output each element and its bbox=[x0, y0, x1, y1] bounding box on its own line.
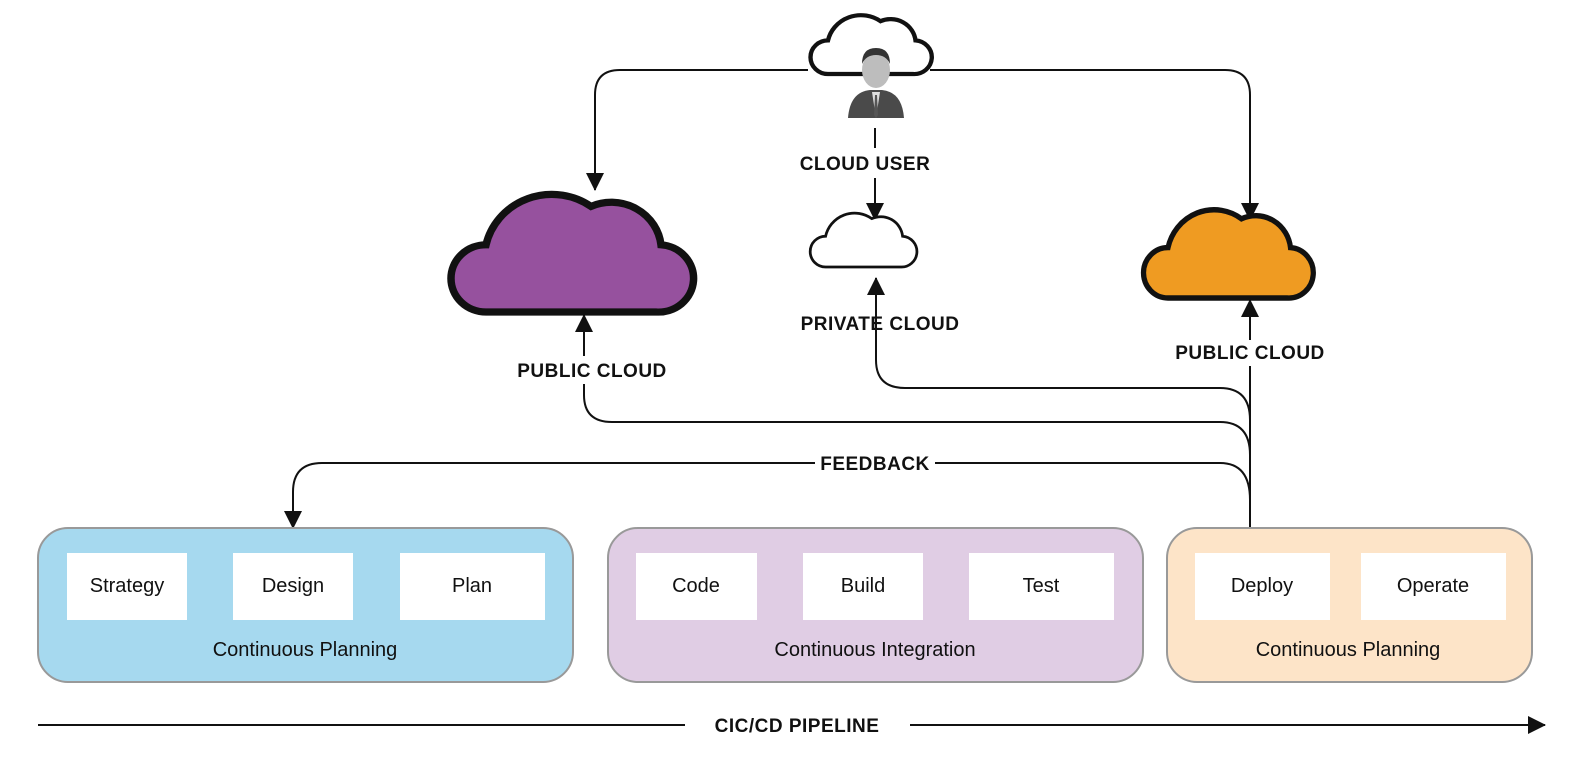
private-cloud-label: PRIVATE CLOUD bbox=[801, 314, 960, 335]
feedback-label: FEEDBACK bbox=[820, 454, 930, 475]
feedback-line bbox=[284, 462, 1251, 529]
stage-integration: Code Build Test Continuous Integration bbox=[607, 527, 1144, 683]
stage-item: Design bbox=[262, 575, 324, 597]
stage-planning: Strategy Design Plan Continuous Planning bbox=[37, 527, 574, 683]
deploy-to-left-cloud-line bbox=[584, 315, 1251, 456]
stage-item: Plan bbox=[452, 575, 492, 597]
left-public-cloud-label: PUBLIC CLOUD bbox=[517, 361, 667, 382]
pipeline-label: CIC/CD PIPELINE bbox=[715, 716, 880, 737]
stage-label: Continuous Integration bbox=[774, 639, 975, 661]
public-cloud-left-icon bbox=[451, 194, 694, 312]
stage-label: Continuous Planning bbox=[213, 639, 398, 661]
user-to-right-cloud-line bbox=[930, 69, 1259, 221]
private-cloud-icon bbox=[808, 211, 919, 269]
cicd-diagram: CLOUD USER PUBLIC CLOUD PRIVATE CLOUD PU… bbox=[37, 0, 1546, 740]
user-to-left-cloud-line bbox=[586, 69, 808, 191]
stage-deploy: Deploy Operate Continuous Planning bbox=[1166, 527, 1533, 683]
stage-item: Build bbox=[841, 575, 885, 597]
right-public-cloud-label: PUBLIC CLOUD bbox=[1175, 343, 1325, 364]
stage-item: Deploy bbox=[1231, 575, 1293, 597]
stage-item: Operate bbox=[1397, 575, 1469, 597]
stage-item: Strategy bbox=[90, 575, 164, 597]
public-cloud-right-icon bbox=[1144, 210, 1314, 298]
stage-label: Continuous Planning bbox=[1256, 639, 1441, 661]
stage-item: Code bbox=[672, 575, 720, 597]
cloud-user-label: CLOUD USER bbox=[800, 154, 931, 175]
stage-item: Test bbox=[1023, 575, 1060, 597]
